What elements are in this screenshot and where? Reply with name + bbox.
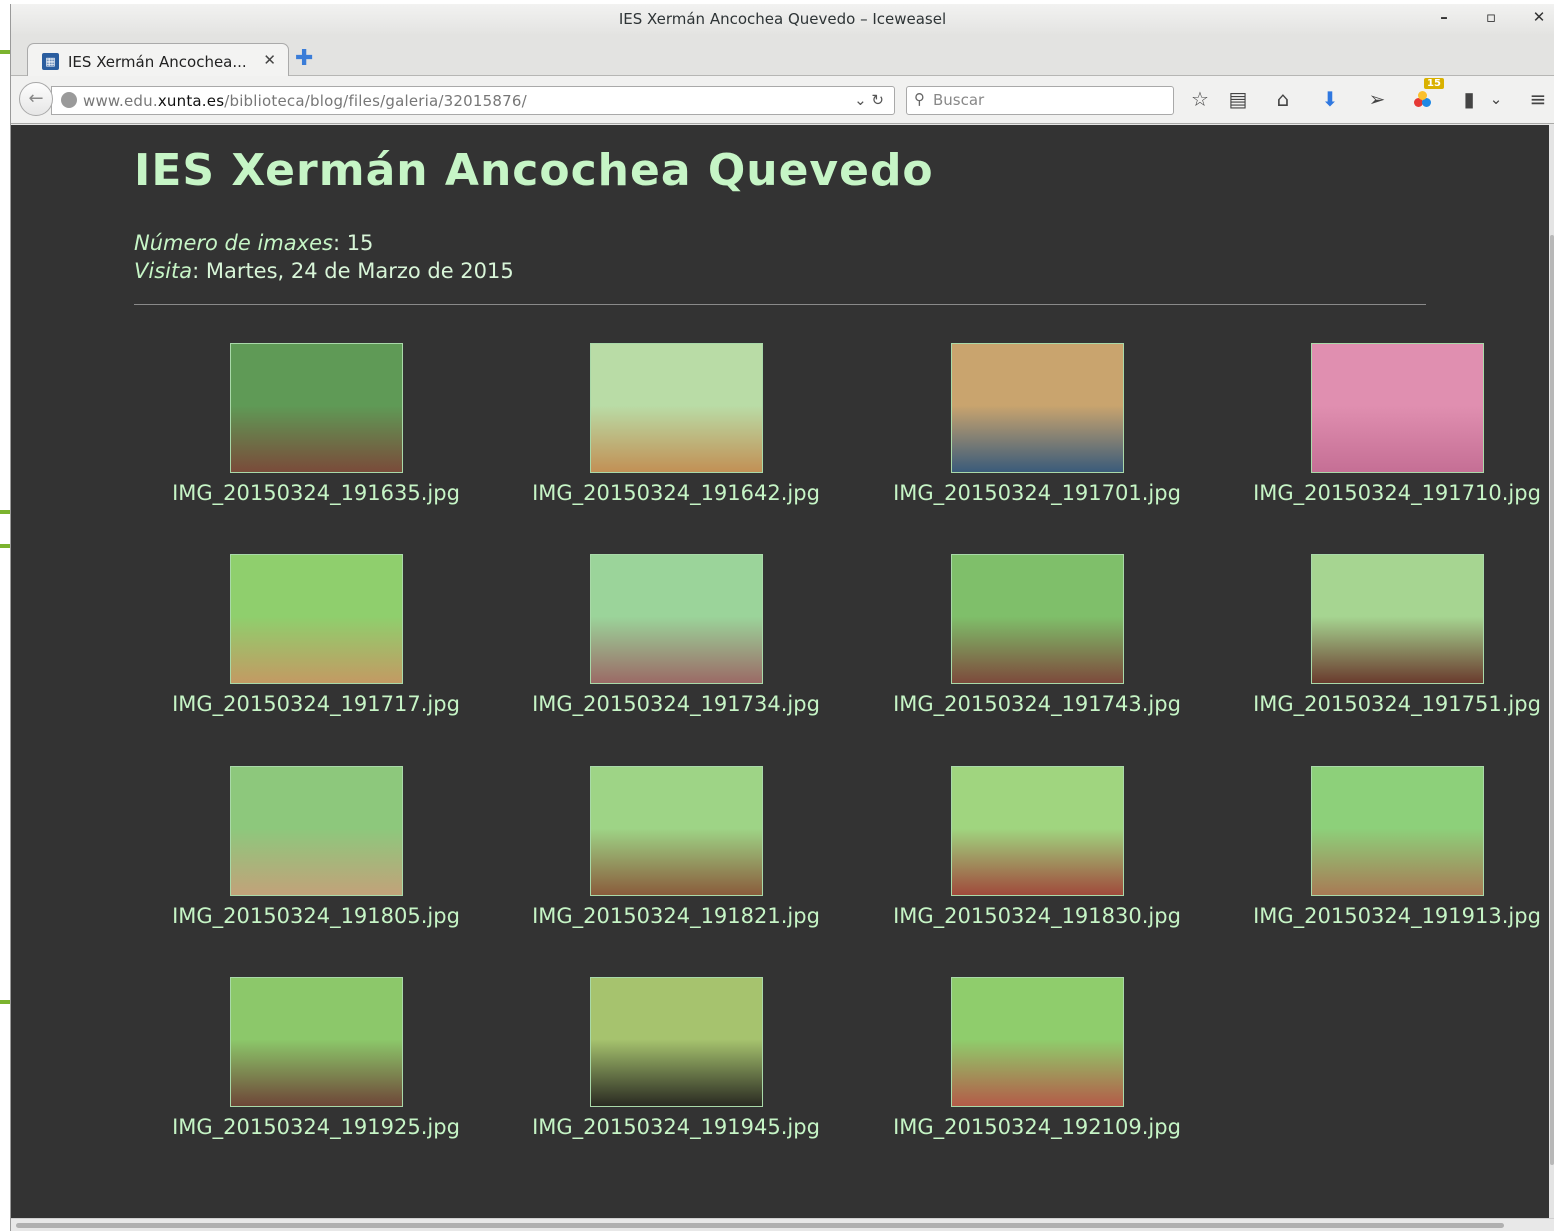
thumbnail-caption[interactable]: IMG_20150324_191701.jpg [867,481,1207,505]
gallery-item[interactable]: IMG_20150324_191821.jpg [506,766,846,928]
maximize-button[interactable]: ▫ [1479,8,1503,26]
browser-window: IES Xermán Ancochea Quevedo – Iceweasel … [10,4,1554,1231]
image-count-label: Número de imaxes [134,231,333,255]
history-dropdown-icon[interactable]: ⌄ [854,91,867,109]
site-favicon-icon: ▦ [42,53,59,70]
back-arrow-icon: ← [28,88,44,109]
gallery-item[interactable]: IMG_20150324_191743.jpg [867,554,1207,716]
tab-title: IES Xermán Ancochea... [68,53,247,71]
reload-icon[interactable]: ↻ [871,91,884,109]
home-icon[interactable]: ⌂ [1270,87,1296,111]
visit-value: : Martes, 24 de Marzo de 2015 [192,259,514,283]
gallery-item[interactable]: IMG_20150324_191734.jpg [506,554,846,716]
url-controls: ⌄ ↻ [854,91,884,109]
thumbnail-caption[interactable]: IMG_20150324_191751.jpg [1227,692,1549,716]
url-text[interactable]: www.edu.xunta.es/biblioteca/blog/files/g… [83,92,527,110]
search-bar[interactable]: ⚲ [906,86,1174,115]
addon-dot-yellow [1418,91,1427,100]
thumbnail-caption[interactable]: IMG_20150324_191734.jpg [506,692,846,716]
thumbnail-image[interactable] [950,343,1124,473]
gallery-item[interactable]: IMG_20150324_192109.jpg [867,977,1207,1139]
thumbnail-caption[interactable]: IMG_20150324_191805.jpg [146,904,486,928]
gallery-item[interactable]: IMG_20150324_191925.jpg [146,977,486,1139]
gallery-item[interactable]: IMG_20150324_191805.jpg [146,766,486,928]
gallery-item[interactable]: IMG_20150324_191830.jpg [867,766,1207,928]
url-host-main: xunta.es [157,92,225,110]
thumbnail-image[interactable] [229,766,403,896]
thumbnail-image[interactable] [229,343,403,473]
new-tab-button[interactable]: ✚ [295,46,313,71]
divider [134,304,1426,305]
gallery-item[interactable]: IMG_20150324_191710.jpg [1227,343,1549,505]
title-bar: IES Xermán Ancochea Quevedo – Iceweasel … [11,4,1554,34]
gallery-item[interactable]: IMG_20150324_191717.jpg [146,554,486,716]
image-count-value: : 15 [332,231,374,255]
clipboard-icon[interactable]: ▮ [1456,87,1482,111]
thumbnail-caption[interactable]: IMG_20150324_191642.jpg [506,481,846,505]
url-host-prefix: www.edu. [83,92,158,110]
downloads-icon[interactable]: ⬇ [1317,87,1343,111]
search-input[interactable] [933,91,1163,109]
thumbnail-image[interactable] [950,977,1124,1107]
visit-line: Visita: Martes, 24 de Marzo de 2015 [134,257,514,285]
thumbnail-image[interactable] [1310,766,1484,896]
visit-label: Visita [134,259,193,283]
thumbnail-caption[interactable]: IMG_20150324_191710.jpg [1227,481,1549,505]
globe-icon [61,92,77,108]
thumbnail-image[interactable] [950,766,1124,896]
thumbnail-image[interactable] [229,554,403,684]
clipboard-dropdown-icon[interactable]: ⌄ [1483,90,1509,108]
page-title: IES Xermán Ancochea Quevedo [134,145,934,196]
thumbnail-image[interactable] [950,554,1124,684]
thumbnail-image[interactable] [1310,554,1484,684]
search-icon: ⚲ [914,90,925,108]
navigation-toolbar: www.edu.xunta.es/biblioteca/blog/files/g… [11,76,1554,124]
horizontal-scrollbar[interactable] [11,1218,1554,1231]
gallery-item[interactable]: IMG_20150324_191945.jpg [506,977,846,1139]
tab-active[interactable]: ▦ IES Xermán Ancochea... ✕ [27,43,289,77]
thumbnail-caption[interactable]: IMG_20150324_191743.jpg [867,692,1207,716]
thumbnail-image[interactable] [589,343,763,473]
url-bar[interactable]: www.edu.xunta.es/biblioteca/blog/files/g… [51,86,895,115]
thumbnail-image[interactable] [589,977,763,1107]
horizontal-scrollbar-thumb[interactable] [16,1223,1504,1228]
thumbnail-caption[interactable]: IMG_20150324_191635.jpg [146,481,486,505]
gallery-item[interactable]: IMG_20150324_191751.jpg [1227,554,1549,716]
image-count-line: Número de imaxes: 15 [134,229,514,257]
gallery-item[interactable]: IMG_20150324_191701.jpg [867,343,1207,505]
gallery-item[interactable]: IMG_20150324_191635.jpg [146,343,486,505]
thumbnail-image[interactable] [589,554,763,684]
minimize-button[interactable]: – [1432,8,1456,26]
page-content: IES Xermán Ancochea Quevedo Número de im… [11,125,1549,1218]
close-window-button[interactable]: ✕ [1527,8,1551,26]
thumbnail-caption[interactable]: IMG_20150324_191925.jpg [146,1115,486,1139]
url-path: /biblioteca/blog/files/galeria/32015876/ [224,92,527,110]
thumbnail-caption[interactable]: IMG_20150324_191913.jpg [1227,904,1549,928]
addon-icon[interactable] [1414,90,1432,108]
thumbnail-caption[interactable]: IMG_20150324_192109.jpg [867,1115,1207,1139]
window-title: IES Xermán Ancochea Quevedo – Iceweasel [618,10,947,28]
thumbnail-caption[interactable]: IMG_20150324_191945.jpg [506,1115,846,1139]
hamburger-menu-icon[interactable]: ≡ [1525,87,1551,111]
gallery-meta: Número de imaxes: 15 Visita: Martes, 24 … [134,229,514,285]
addon-badge: 15 [1424,78,1444,89]
thumbnail-image[interactable] [229,977,403,1107]
vertical-scrollbar-thumb[interactable] [1550,235,1554,1165]
thumbnail-image[interactable] [589,766,763,896]
tab-strip: ▦ IES Xermán Ancochea... ✕ ✚ [11,34,1554,77]
bookmarks-menu-icon[interactable]: ▤ [1225,87,1251,111]
thumbnail-image[interactable] [1310,343,1484,473]
thumbnail-caption[interactable]: IMG_20150324_191821.jpg [506,904,846,928]
gallery-item[interactable]: IMG_20150324_191642.jpg [506,343,846,505]
thumbnail-caption[interactable]: IMG_20150324_191717.jpg [146,692,486,716]
back-button[interactable]: ← [19,82,53,116]
thumbnail-caption[interactable]: IMG_20150324_191830.jpg [867,904,1207,928]
vertical-scrollbar[interactable] [1549,125,1554,1218]
send-icon[interactable]: ➢ [1364,87,1390,111]
bookmark-star-icon[interactable]: ☆ [1187,87,1213,111]
tab-close-icon[interactable]: ✕ [263,51,276,69]
gallery-item[interactable]: IMG_20150324_191913.jpg [1227,766,1549,928]
